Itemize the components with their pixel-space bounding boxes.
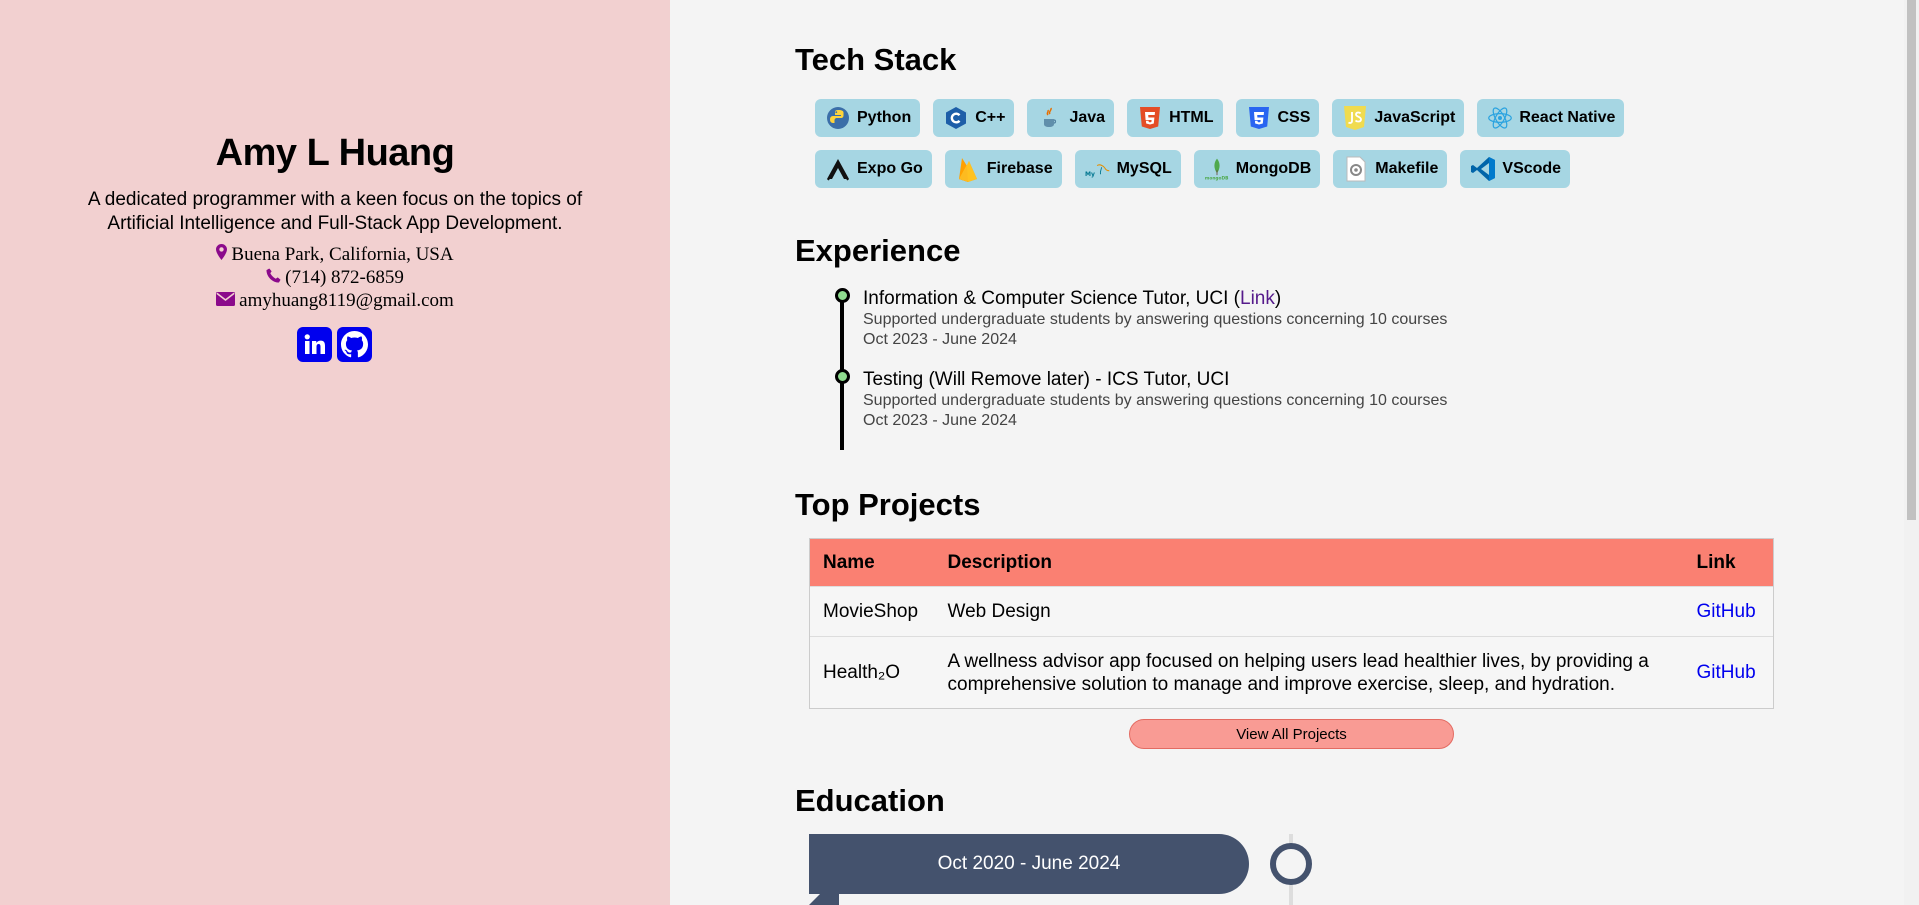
chip-html: HTML: [1127, 99, 1223, 137]
experience-description: Supported undergraduate students by answ…: [863, 392, 1448, 409]
education-dates: Oct 2020 - June 2024: [937, 853, 1121, 874]
chip-label: Python: [857, 109, 912, 126]
experience-role-end: ): [1274, 288, 1282, 309]
phone-text: (714) 872-6859: [285, 267, 404, 288]
experience-dates: Oct 2023 - June 2024: [863, 412, 1017, 429]
chip-label: Expo Go: [857, 160, 923, 177]
chip-css: CSS: [1235, 99, 1320, 137]
experience-item: Testing (Will Remove later) - ICS Tutor,…: [863, 369, 1663, 431]
tech-stack-title: Tech Stack: [795, 42, 957, 77]
timeline-dot: [835, 288, 850, 303]
tech-stack-row-1: Python C++ Java HTML CSS JavaScript Reac…: [815, 99, 1695, 137]
experience-link[interactable]: Link: [1240, 288, 1275, 309]
chip-mysql: My MySQL: [1074, 150, 1181, 188]
experience-role: Testing (Will Remove later) - ICS Tutor,…: [863, 369, 1230, 390]
mongodb-icon: mongoDB: [1204, 156, 1230, 182]
chip-label: MySQL: [1116, 160, 1172, 177]
experience-role: Information & Computer Science Tutor, UC…: [863, 288, 1240, 309]
firebase-icon: [955, 156, 981, 182]
chip-label: Java: [1069, 109, 1106, 126]
makefile-icon: [1343, 156, 1369, 182]
html5-icon: [1137, 105, 1163, 131]
education-card: Oct 2020 - June 2024: [809, 834, 1249, 894]
profile-panel: Amy L Huang A dedicated programmer with …: [0, 0, 670, 905]
chip-vscode: VScode: [1460, 150, 1571, 188]
email-text: amyhuang8119@gmail.com: [239, 290, 454, 311]
svg-text:mongoDB: mongoDB: [1205, 175, 1229, 181]
contact-email: amyhuang8119@gmail.com: [0, 289, 670, 312]
chip-label: VScode: [1502, 160, 1562, 177]
java-icon: [1037, 105, 1063, 131]
project-name: MovieShop: [809, 586, 935, 637]
chip-react-native: React Native: [1477, 99, 1625, 137]
education-card-tab-notch: [809, 894, 820, 905]
project-name: Health₂O: [809, 636, 935, 709]
view-all-projects-button[interactable]: View All Projects: [1129, 719, 1454, 749]
social-links: [297, 327, 372, 362]
page-scrollbar[interactable]: [1904, 0, 1919, 905]
education-timeline-marker: [1270, 843, 1312, 885]
chip-label: Makefile: [1375, 160, 1439, 177]
chip-expo-go: Expo Go: [815, 150, 932, 188]
project-description: A wellness advisor app focused on helpin…: [934, 636, 1684, 709]
experience-description: Supported undergraduate students by answ…: [863, 311, 1448, 328]
chip-label: MongoDB: [1235, 160, 1312, 177]
project-description: Web Design: [934, 586, 1684, 637]
experience-item: Information & Computer Science Tutor, UC…: [863, 288, 1663, 350]
chip-label: JavaScript: [1374, 109, 1456, 126]
chip-javascript: JavaScript: [1332, 99, 1465, 137]
tech-stack-row-2: Expo Go Firebase My MySQL mongoDB MongoD…: [815, 150, 1695, 188]
column-header-name: Name: [809, 538, 935, 587]
table-header-row: Name Description Link: [809, 538, 1774, 587]
github-link[interactable]: GitHub: [1697, 601, 1756, 622]
profile-tagline: A dedicated programmer with a keen focus…: [87, 189, 583, 234]
chip-firebase: Firebase: [944, 150, 1062, 188]
python-icon: [825, 105, 851, 131]
expo-icon: [825, 156, 851, 182]
chip-label: React Native: [1519, 109, 1616, 126]
github-button[interactable]: [337, 327, 372, 362]
envelope-icon: [216, 289, 236, 312]
column-header-link: Link: [1683, 538, 1774, 587]
chip-label: C++: [975, 109, 1006, 126]
map-marker-icon: [216, 243, 228, 266]
table-row: MovieShop Web Design GitHub: [809, 586, 1774, 637]
phone-icon: [266, 266, 281, 289]
contact-phone: (714) 872-6859: [0, 266, 670, 289]
contact-location: Buena Park, California, USA: [0, 243, 670, 266]
project-link-cell: GitHub: [1683, 636, 1774, 709]
svg-text:My: My: [1085, 171, 1095, 178]
projects-table: Name Description Link MovieShop Web Desi…: [809, 538, 1774, 709]
github-icon: [341, 331, 368, 358]
education-title: Education: [795, 783, 945, 818]
table-row: Health₂O A wellness advisor app focused …: [809, 636, 1774, 709]
chip-label: HTML: [1169, 109, 1214, 126]
experience-title: Experience: [795, 233, 961, 268]
experience-title-line: Information & Computer Science Tutor, UC…: [863, 288, 1663, 310]
project-link-cell: GitHub: [1683, 586, 1774, 637]
chip-label: CSS: [1277, 109, 1311, 126]
react-icon: [1487, 105, 1513, 131]
projects-title: Top Projects: [795, 487, 981, 522]
column-header-description: Description: [934, 538, 1684, 587]
chip-mongodb: mongoDB MongoDB: [1193, 150, 1321, 188]
mysql-icon: My: [1085, 156, 1111, 182]
scrollbar-thumb[interactable]: [1907, 0, 1916, 520]
chip-python: Python: [815, 99, 921, 137]
experience-dates: Oct 2023 - June 2024: [863, 331, 1017, 348]
css3-icon: [1246, 105, 1272, 131]
cpp-icon: [943, 105, 969, 131]
github-link[interactable]: GitHub: [1697, 662, 1756, 683]
chip-java: Java: [1027, 99, 1115, 137]
chip-cpp: C++: [933, 99, 1015, 137]
profile-name: Amy L Huang: [215, 132, 455, 174]
timeline-dot: [835, 369, 850, 384]
chip-makefile: Makefile: [1333, 150, 1448, 188]
location-text: Buena Park, California, USA: [231, 244, 454, 265]
linkedin-button[interactable]: [297, 327, 332, 362]
linkedin-icon: [304, 334, 325, 354]
javascript-icon: [1342, 105, 1368, 131]
chip-label: Firebase: [986, 160, 1053, 177]
vscode-icon: [1470, 156, 1496, 182]
